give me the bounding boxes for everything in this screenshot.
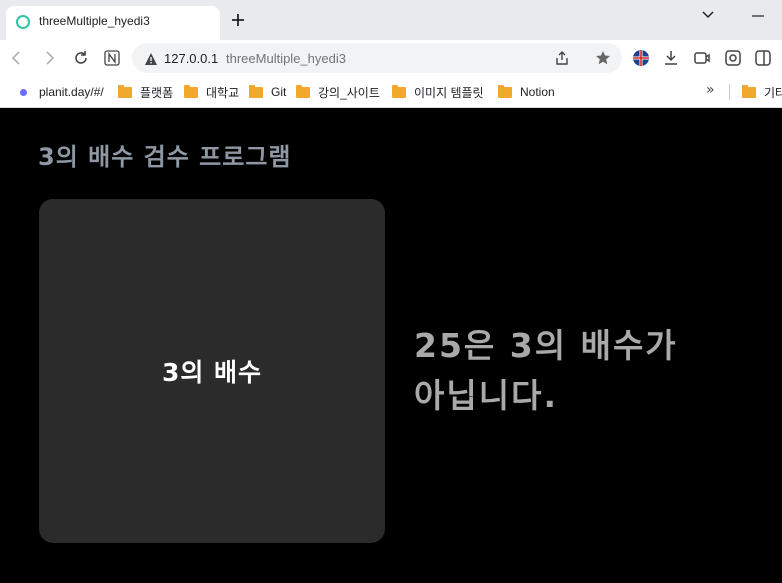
side-panel-icon[interactable] <box>754 49 772 67</box>
bookmark-label: 강의_사이트 <box>318 85 380 100</box>
tab-title: threeMultiple_hyedi3 <box>39 14 150 28</box>
dot-icon <box>20 88 27 96</box>
favicon-icon <box>16 15 30 29</box>
language-flag-icon[interactable] <box>632 49 650 67</box>
folder-icon <box>498 84 512 98</box>
folder-icon <box>249 84 263 98</box>
bookmark-label: 기타 <box>764 85 782 100</box>
bookmark-folder-lecture-sites[interactable]: 강의_사이트 <box>296 84 380 100</box>
folder-icon <box>742 84 756 98</box>
bookmark-folder-university[interactable]: 대학교 <box>184 84 239 100</box>
screen-capture-icon[interactable] <box>693 49 711 67</box>
download-icon[interactable] <box>662 49 680 67</box>
forward-button[interactable] <box>40 49 58 67</box>
not-secure-warning-icon[interactable] <box>144 51 158 65</box>
bookmark-label: planit.day/#/ <box>39 85 104 99</box>
bookmark-label: Notion <box>520 85 555 99</box>
url-path: threeMultiple_hyedi3 <box>226 51 346 66</box>
reload-button[interactable] <box>72 49 90 67</box>
minimize-button[interactable] <box>748 4 768 24</box>
browser-toolbar: 127.0.0.1 threeMultiple_hyedi3 <box>0 40 782 76</box>
new-tab-button[interactable] <box>228 10 248 30</box>
folder-icon <box>296 84 310 98</box>
tab-search-chevron-icon[interactable] <box>698 4 718 24</box>
folder-icon <box>118 84 132 98</box>
folder-icon <box>392 84 406 98</box>
extension-icon[interactable] <box>724 49 742 67</box>
bookmark-label: 대학교 <box>206 85 240 100</box>
bookmarks-divider <box>729 84 730 100</box>
share-icon[interactable] <box>554 50 570 66</box>
card-label: 3의 배수 <box>161 358 263 387</box>
bookmark-star-icon[interactable] <box>595 50 611 66</box>
bookmark-folder-image-templates[interactable]: 이미지 템플릿 <box>392 84 484 100</box>
back-button[interactable] <box>8 49 26 67</box>
multiple-check-card[interactable]: 3의 배수 <box>39 199 385 543</box>
page-content: 3의 배수 검수 프로그램 3의 배수 25은 3의 배수가 아닙니다. <box>0 109 782 583</box>
bookmark-label: Git <box>271 85 287 99</box>
address-bar[interactable]: 127.0.0.1 threeMultiple_hyedi3 <box>132 43 622 73</box>
url-host: 127.0.0.1 <box>164 51 219 66</box>
bookmark-folder-other[interactable]: 기타 <box>742 84 782 100</box>
bookmark-folder-notion[interactable]: Notion <box>498 84 555 100</box>
notion-extension-icon[interactable] <box>103 49 121 67</box>
bookmark-folder-platform[interactable]: 플랫폼 <box>118 84 173 100</box>
bookmarks-overflow-button[interactable]: » <box>706 82 715 98</box>
folder-icon <box>184 84 198 98</box>
browser-tab[interactable]: threeMultiple_hyedi3 <box>6 6 220 40</box>
tab-strip: threeMultiple_hyedi3 <box>0 0 782 40</box>
bookmark-label: 플랫폼 <box>140 85 174 100</box>
bookmark-planit[interactable]: planit.day/#/ <box>20 84 104 100</box>
result-message: 25은 3의 배수가 아닙니다. <box>414 326 678 415</box>
bookmark-folder-git[interactable]: Git <box>249 84 286 100</box>
page-title: 3의 배수 검수 프로그램 <box>38 143 292 171</box>
bookmark-label: 이미지 템플릿 <box>414 85 484 100</box>
bookmarks-bar: planit.day/#/ 플랫폼 대학교 Git 강의_사이트 이미지 템플릿… <box>0 76 782 108</box>
